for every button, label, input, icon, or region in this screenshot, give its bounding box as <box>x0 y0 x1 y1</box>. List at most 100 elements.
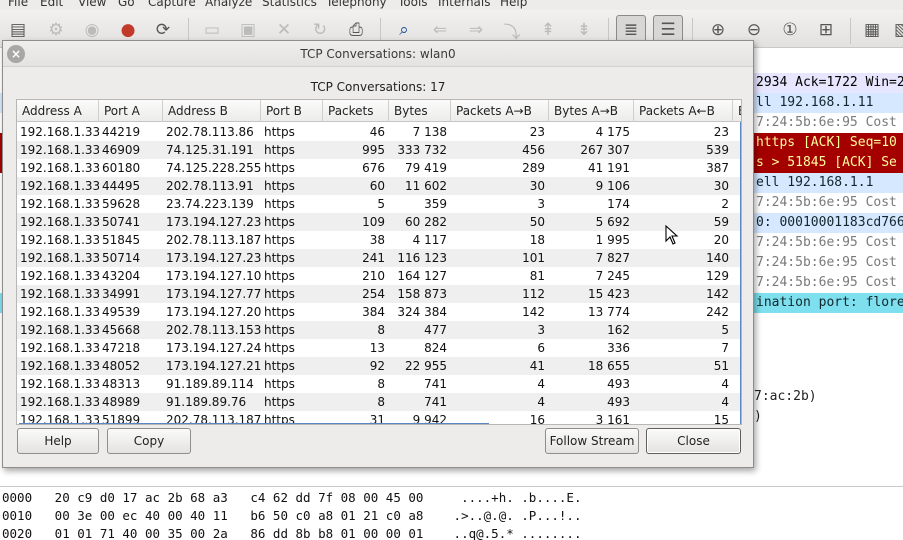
table-cell: 142 <box>522 305 545 319</box>
close-file-icon[interactable]: ✕ <box>272 18 296 42</box>
interface-list-icon[interactable]: ▤ <box>6 18 30 42</box>
table-row[interactable]: 192.168.1.33 51845 202.78.113.187 https 38 4 … <box>17 231 741 249</box>
packet-row[interactable]: 0: 00010001183cd766 <box>754 213 903 233</box>
menu-go[interactable]: Go <box>118 0 135 9</box>
display-filters-icon[interactable]: ▧ <box>890 18 903 42</box>
table-row[interactable]: 192.168.1.33 60180 74.125.228.255 https 676 7… <box>17 159 741 177</box>
column-header[interactable]: Packets <box>323 100 389 122</box>
table-row[interactable]: 192.168.1.33 47218 173.194.127.245 https 13 8… <box>17 339 741 357</box>
table-row[interactable]: 192.168.1.33 50714 173.194.127.234 https 241… <box>17 249 741 267</box>
table-row[interactable]: 192.168.1.33 44495 202.78.113.91 https 60 11 … <box>17 177 741 195</box>
table-cell: 51845 <box>102 233 141 247</box>
packet-row[interactable]: 2934 Ack=1722 Win=2 <box>754 73 903 93</box>
resize-columns-icon[interactable]: ⊞ <box>814 18 838 42</box>
go-last-icon[interactable]: ⇟ <box>572 18 596 42</box>
reload-icon[interactable]: ↻ <box>308 18 332 42</box>
stop-capture-icon[interactable]: ● <box>116 18 140 42</box>
menu-edit[interactable]: Edit <box>40 0 63 9</box>
start-capture-icon[interactable]: ◉ <box>80 18 104 42</box>
table-cell: 192.168.1.33 <box>20 125 99 139</box>
menu-view[interactable]: View <box>78 0 106 9</box>
menu-capture[interactable]: Capture <box>148 0 196 9</box>
menu-file[interactable]: File <box>8 0 28 9</box>
packet-row[interactable]: 7:24:5b:6e:95 Cost <box>754 253 903 273</box>
column-header[interactable]: Bytes <box>389 100 451 122</box>
table-cell: 173.194.127.234 <box>166 215 261 229</box>
horizontal-scrollbar[interactable] <box>19 423 489 424</box>
packet-row[interactable]: ell 192.168.1.1 <box>754 173 903 193</box>
menu-internals[interactable]: Internals <box>438 0 491 9</box>
dialog-titlebar[interactable]: × TCP Conversations: wlan0 <box>3 41 753 67</box>
column-header[interactable]: Packets A←B <box>634 100 733 122</box>
detail-row[interactable]: 7:ac:2b) <box>754 387 903 407</box>
packet-row[interactable]: 7:24:5b:6e:95 Cost <box>754 233 903 253</box>
go-back-icon[interactable]: ⇐ <box>428 18 452 42</box>
column-header[interactable]: B <box>733 100 741 122</box>
table-row[interactable]: 192.168.1.33 46909 74.125.31.191 https 995 33… <box>17 141 741 159</box>
capture-filters-icon[interactable]: ▦ <box>860 18 884 42</box>
hex-row[interactable]: 0010 00 3e 00 ec 40 00 40 11 b6 50 c0 a8… <box>2 507 581 525</box>
detail-row[interactable]: ) <box>754 407 903 427</box>
column-header[interactable]: Address A <box>17 100 99 122</box>
menu-telephony[interactable]: Telephony <box>326 0 387 9</box>
help-button[interactable]: Help <box>17 428 99 454</box>
normal-size-icon[interactable]: ① <box>778 18 802 42</box>
conversations-table[interactable]: Address A Port A Address B Port B Packets Byt… <box>16 99 742 425</box>
table-cell: 3 <box>537 197 545 211</box>
column-header[interactable]: Port A <box>99 100 163 122</box>
packet-details[interactable]: 7:ac:2b)) <box>754 385 903 485</box>
menu-statistics[interactable]: Statistics <box>262 0 317 9</box>
table-cell: 4 175 <box>595 125 630 139</box>
packet-row[interactable]: ll 192.168.1.11 <box>754 93 903 113</box>
go-first-icon[interactable]: ⇞ <box>536 18 560 42</box>
follow-stream-button[interactable]: Follow Stream <box>545 428 639 454</box>
close-button[interactable]: Close <box>646 428 741 454</box>
restart-capture-icon[interactable]: ⟳ <box>151 18 175 42</box>
table-cell: 6 <box>537 341 545 355</box>
column-header[interactable]: Port B <box>261 100 323 122</box>
find-packet-icon[interactable]: ⌕ <box>392 18 416 42</box>
table-row[interactable]: 192.168.1.33 34991 173.194.127.77 https 254 1… <box>17 285 741 303</box>
table-row[interactable]: 192.168.1.33 44219 202.78.113.86 https 46 7 1… <box>17 123 741 141</box>
menu-help[interactable]: Help <box>500 0 527 9</box>
packet-row[interactable]: ination port: flore <box>754 293 903 313</box>
zoom-in-icon[interactable]: ⊕ <box>706 18 730 42</box>
hex-row[interactable]: 0000 20 c9 d0 17 ac 2b 68 a3 c4 62 dd 7f… <box>2 489 581 507</box>
table-cell: 676 <box>362 161 385 175</box>
table-cell: 59 <box>713 215 729 229</box>
table-row[interactable]: 192.168.1.33 43204 173.194.127.106 https 210… <box>17 267 741 285</box>
table-row[interactable]: 192.168.1.33 45668 202.78.113.153 https 8 477… <box>17 321 741 339</box>
column-header[interactable]: Bytes A→B <box>549 100 634 122</box>
packet-row[interactable]: s > 51845 [ACK] Se <box>754 153 903 173</box>
column-header[interactable]: Address B <box>163 100 261 122</box>
go-forward-icon[interactable]: ⇒ <box>464 18 488 42</box>
hex-row[interactable]: 0020 01 01 71 40 00 35 00 2a 86 dd 8b b8… <box>2 525 581 540</box>
table-row[interactable]: 192.168.1.33 50741 173.194.127.234 https 109… <box>17 213 741 231</box>
packet-row[interactable]: 7:24:5b:6e:95 Cost <box>754 113 903 133</box>
table-row[interactable]: 192.168.1.33 48313 91.189.89.114 https 8 741 4… <box>17 375 741 393</box>
table-cell: https <box>264 395 295 409</box>
print-icon[interactable]: ⎙ <box>344 18 368 42</box>
copy-button[interactable]: Copy <box>107 428 191 454</box>
zoom-out-icon[interactable]: ⊖ <box>742 18 766 42</box>
vertical-scrollbar[interactable] <box>740 122 741 424</box>
table-cell: 140 <box>706 251 729 265</box>
menu-analyze[interactable]: Analyze <box>205 0 252 9</box>
table-row[interactable]: 192.168.1.33 48052 173.194.127.217 https 92 2… <box>17 357 741 375</box>
packet-row[interactable]: 7:24:5b:6e:95 Cost <box>754 193 903 213</box>
table-row[interactable]: 192.168.1.33 48989 91.189.89.76 https 8 741 4 4… <box>17 393 741 411</box>
menu-tools[interactable]: Tools <box>398 0 428 9</box>
table-row[interactable]: 192.168.1.33 59628 23.74.223.139 https 5 359 3… <box>17 195 741 213</box>
table-cell: 18 <box>529 233 545 247</box>
table-row[interactable]: 192.168.1.33 49539 173.194.127.202 https 384… <box>17 303 741 321</box>
packet-row[interactable]: https [ACK] Seq=10 <box>754 133 903 153</box>
open-file-icon[interactable]: ▭ <box>200 18 224 42</box>
column-header[interactable]: Packets A→B <box>451 100 549 122</box>
go-to-packet-icon[interactable]: ⤵ <box>500 18 524 43</box>
packet-bytes[interactable]: 0000 20 c9 d0 17 ac 2b 68 a3 c4 62 dd 7f… <box>0 486 903 540</box>
table-cell: 50741 <box>102 215 141 229</box>
capture-options-icon[interactable]: ⚙ <box>44 18 68 42</box>
save-file-icon[interactable]: ▣ <box>236 18 260 42</box>
table-cell: https <box>264 143 295 157</box>
packet-row[interactable]: 7:24:5b:6e:95 Cost <box>754 273 903 293</box>
